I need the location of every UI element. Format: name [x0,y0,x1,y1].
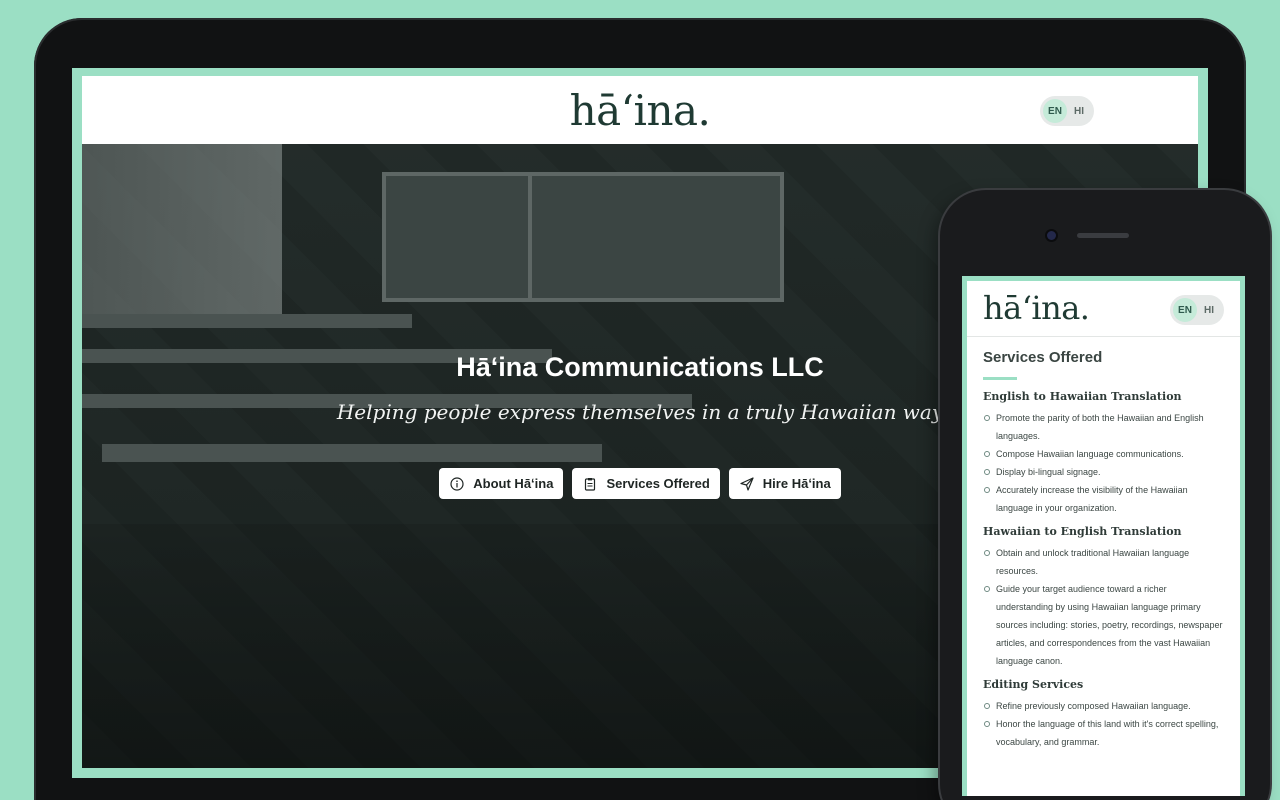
hero-background-board-divider [528,172,532,302]
mobile-lang-hi-option[interactable]: HI [1197,298,1221,322]
camera-icon [1047,231,1056,240]
site-logo[interactable]: hāʻina. [570,86,711,135]
services-button[interactable]: Services Offered [572,468,720,499]
clipboard-icon [582,476,598,492]
list-item: Refine previously composed Hawaiian lang… [983,697,1224,715]
mobile-header: hāʻina. EN HI [967,281,1240,337]
service-list: Obtain and unlock traditional Hawaiian l… [983,544,1224,670]
hero-background-window [82,144,282,314]
services-title: Services Offered [983,349,1103,366]
list-item: Compose Hawaiian language communications… [983,445,1224,463]
service-heading: Editing Services [983,678,1084,691]
hero-background-board [382,172,784,302]
lang-en-option[interactable]: EN [1043,99,1067,123]
mobile-language-toggle[interactable]: EN HI [1170,295,1224,325]
service-heading: Hawaiian to English Translation [983,525,1182,538]
hero-background-desk [82,314,412,328]
title-underline [983,377,1017,380]
speaker-grille [1077,233,1129,238]
list-item: Promote the parity of both the Hawaiian … [983,409,1224,445]
info-icon [449,476,465,492]
mobile-lang-en-option[interactable]: EN [1173,298,1197,322]
service-list: Refine previously composed Hawaiian lang… [983,697,1224,751]
mobile-services-section: Services Offered English to Hawaiian Tra… [967,337,1240,796]
mobile-logo[interactable]: hāʻina. [983,289,1090,327]
service-list: Promote the parity of both the Hawaiian … [983,409,1224,517]
hire-button[interactable]: Hire Hāʻina [728,468,841,499]
lang-hi-option[interactable]: HI [1067,99,1091,123]
about-button[interactable]: About Hāʻina [439,468,564,499]
list-item: Display bi-lingual signage. [983,463,1224,481]
send-icon [739,476,755,492]
services-button-label: Services Offered [606,476,710,491]
hire-button-label: Hire Hāʻina [762,476,831,491]
about-button-label: About Hāʻina [473,476,554,491]
language-toggle[interactable]: EN HI [1040,96,1094,126]
site-header: hāʻina. EN HI [82,76,1198,144]
list-item: Accurately increase the visibility of th… [983,481,1224,517]
list-item: Honor the language of this land with it'… [983,715,1224,751]
list-item: Obtain and unlock traditional Hawaiian l… [983,544,1224,580]
phone-frame: hāʻina. EN HI Services Offered English t… [940,190,1270,800]
list-item: Guide your target audience toward a rich… [983,580,1224,670]
phone-screen: hāʻina. EN HI Services Offered English t… [962,276,1245,796]
hero-background-desk [102,444,602,462]
service-heading: English to Hawaiian Translation [983,390,1182,403]
